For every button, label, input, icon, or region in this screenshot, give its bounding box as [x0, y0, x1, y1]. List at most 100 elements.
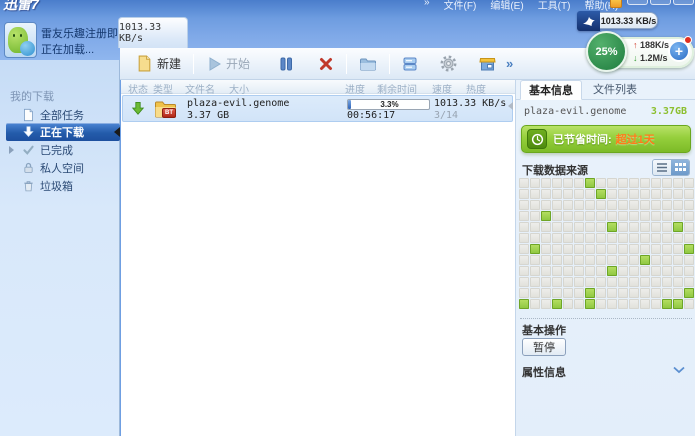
speed-percent-ball[interactable]: 25%	[586, 31, 627, 72]
sidebar-item-completed[interactable]: 已完成	[0, 141, 120, 159]
new-task-button[interactable]: 新建	[130, 52, 187, 75]
pause-button[interactable]: 暂停	[522, 338, 566, 356]
source-cell	[519, 200, 529, 210]
source-cell	[618, 255, 628, 265]
source-cell-active	[607, 266, 617, 276]
source-cell	[618, 189, 628, 199]
source-cell	[585, 200, 595, 210]
column-progress[interactable]: 进度	[345, 81, 365, 96]
download-speed: 1.2M/s	[640, 53, 668, 63]
source-cell	[629, 233, 639, 243]
source-cell	[552, 266, 562, 276]
sidebar-item-downloading[interactable]: 正在下载	[0, 123, 120, 141]
source-cell	[519, 244, 529, 254]
source-cell	[519, 222, 529, 232]
global-speed-badge[interactable]: 1013.33 KB/s	[577, 11, 658, 31]
bt-badge: BT	[162, 108, 176, 118]
menu-overflow-chevron[interactable]: »	[424, 0, 430, 12]
app-logo: 迅雷7	[3, 0, 39, 14]
avatar[interactable]	[4, 22, 37, 58]
pause-toolbar-button[interactable]	[272, 53, 300, 75]
column-filename[interactable]: 文件名	[185, 81, 215, 96]
grid-view-icon[interactable]	[671, 160, 689, 175]
sidebar-item-label: 垃圾箱	[40, 178, 73, 194]
promo-line2: 正在加载...	[41, 42, 129, 58]
close-button[interactable]	[673, 0, 694, 5]
properties-title: 属性信息	[522, 364, 566, 380]
source-cell	[552, 189, 562, 199]
start-button[interactable]: 开始	[200, 52, 256, 75]
speedometer[interactable]: 25% ↑ 188K/s ↓ 1.2M/s +	[586, 31, 695, 77]
source-cell	[563, 244, 573, 254]
source-cell	[629, 266, 639, 276]
downloading-status-icon	[131, 101, 145, 116]
maximize-button[interactable]	[650, 0, 671, 5]
tab-basic-info[interactable]: 基本信息	[520, 80, 582, 100]
menu-tools[interactable]: 工具(T)	[538, 0, 571, 12]
source-cell	[585, 244, 595, 254]
task-manager-button[interactable]	[396, 53, 424, 75]
expand-arrow-icon[interactable]	[9, 146, 14, 154]
table-header: 状态 类型 文件名 大小 进度 剩余时间 速度 热度	[121, 80, 515, 94]
tab-file-list[interactable]: 文件列表	[584, 80, 646, 100]
source-cell	[530, 255, 540, 265]
panel-collapse-arrow[interactable]	[508, 102, 513, 110]
source-cell	[596, 288, 606, 298]
source-cell-active	[684, 288, 694, 298]
source-cell	[552, 222, 562, 232]
toolbar-more-chevron[interactable]: »	[502, 56, 517, 71]
source-cell	[563, 288, 573, 298]
selected-marker-triangle	[114, 127, 120, 137]
source-cell	[541, 299, 551, 309]
promo-line1: 雷友乐趣注册即得	[41, 26, 129, 42]
sidebar-item-all-tasks[interactable]: 全部任务	[0, 106, 120, 124]
source-cell	[662, 288, 672, 298]
menu-edit[interactable]: 编辑(E)	[490, 0, 523, 12]
lock-icon	[22, 161, 36, 175]
source-cell	[618, 266, 628, 276]
settings-button[interactable]	[434, 52, 463, 75]
column-size[interactable]: 大小	[229, 81, 249, 96]
source-cell	[530, 288, 540, 298]
minimize-button[interactable]	[627, 0, 648, 5]
source-cell	[552, 200, 562, 210]
sidebar-item-private-space[interactable]: 私人空间	[0, 159, 120, 177]
source-cell	[607, 233, 617, 243]
column-status[interactable]: 状态	[128, 81, 148, 96]
source-cell-active	[585, 299, 595, 309]
source-cell-active	[673, 299, 683, 309]
source-cell	[541, 266, 551, 276]
column-speed[interactable]: 速度	[432, 81, 452, 96]
source-cell	[585, 189, 595, 199]
skin-icon[interactable]	[610, 0, 622, 8]
source-cell	[684, 178, 694, 188]
source-cell	[640, 233, 650, 243]
source-cell	[618, 200, 628, 210]
source-cell	[662, 255, 672, 265]
sidebar-item-label: 正在下载	[40, 124, 84, 140]
source-cell-active	[673, 222, 683, 232]
column-remaining[interactable]: 剩余时间	[377, 81, 417, 96]
source-cell	[563, 255, 573, 265]
list-view-icon[interactable]	[653, 160, 671, 175]
saved-time-banner: 已节省时间: 超过1天	[521, 125, 691, 153]
table-row[interactable]: BT plaza-evil.genome 3.37 GB 3.3% 00:56:…	[122, 95, 513, 122]
column-heat[interactable]: 热度	[466, 81, 486, 96]
tab-current-speed[interactable]: 1013.33 KB/s	[118, 17, 188, 48]
folder-icon	[359, 56, 377, 72]
source-cell	[574, 277, 584, 287]
open-folder-button[interactable]	[353, 53, 383, 75]
source-cell	[519, 233, 529, 243]
promo-text[interactable]: 雷友乐趣注册即得 正在加载...	[41, 26, 129, 58]
chevron-down-icon[interactable]	[673, 366, 685, 374]
app-store-button[interactable]	[473, 53, 502, 75]
gear-icon	[440, 55, 457, 72]
delete-button[interactable]	[312, 53, 340, 75]
source-cell	[673, 288, 683, 298]
source-cell	[519, 288, 529, 298]
source-cell-active	[530, 244, 540, 254]
column-type[interactable]: 类型	[153, 81, 173, 96]
sidebar-item-trash[interactable]: 垃圾箱	[0, 177, 120, 195]
document-icon	[22, 108, 36, 122]
menu-file[interactable]: 文件(F)	[444, 0, 477, 12]
